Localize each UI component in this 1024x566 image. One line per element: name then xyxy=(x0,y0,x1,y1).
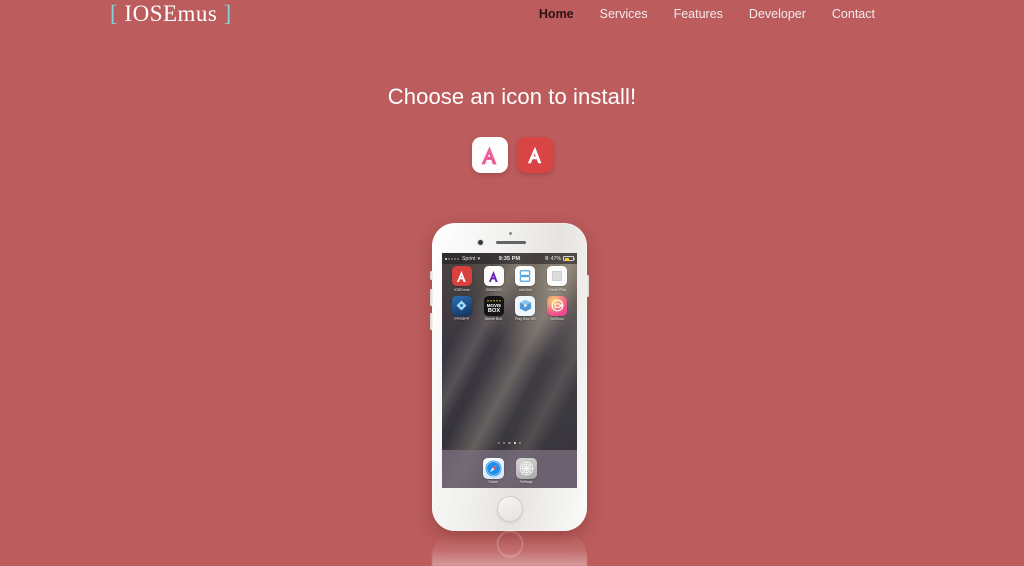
airshou-app-icon xyxy=(547,295,568,316)
home-button[interactable] xyxy=(496,496,523,522)
volume-down-button[interactable] xyxy=(430,313,433,330)
app-game-play[interactable]: Game Play xyxy=(541,266,573,292)
playboxhd-app-icon xyxy=(515,295,536,316)
power-button[interactable] xyxy=(586,275,589,297)
site-header: [ IOSEmus ] Home Services Features Devel… xyxy=(0,0,1024,30)
front-camera-icon xyxy=(478,240,483,245)
app-play-box-hd[interactable]: Play Box HD xyxy=(510,295,542,321)
phone-reflection-home-button xyxy=(496,531,523,557)
app-label: Play Box HD xyxy=(514,317,536,321)
iosemus-a-glyph-white-icon xyxy=(527,146,541,164)
dock-app-settings[interactable]: Settings xyxy=(515,457,537,485)
settings-gear-icon xyxy=(515,457,537,479)
page-title: Choose an icon to install! xyxy=(387,84,637,109)
silent-switch[interactable] xyxy=(430,271,433,280)
status-bar: Sprint ▾ 9:35 PM Ƀ 47% xyxy=(442,253,577,264)
app-ppsspp[interactable]: PPSSPP xyxy=(446,295,478,321)
nav-item-features[interactable]: Features xyxy=(661,7,736,21)
phone-reflection xyxy=(432,531,587,566)
gba4ios-app-icon xyxy=(483,266,504,286)
site-logo[interactable]: [ IOSEmus ] xyxy=(110,1,232,27)
home-screen-dock: Safari Settings xyxy=(442,450,577,488)
app-movie-box[interactable]: MOVIE BOX Movie Box xyxy=(478,295,510,321)
dock-app-label: Settings xyxy=(519,480,533,485)
app-nds4ios[interactable]: nds4ios xyxy=(510,266,542,292)
logo-text: IOSEmus xyxy=(124,1,218,26)
app-label: Movie Box xyxy=(485,317,503,321)
dock-app-label: Safari xyxy=(488,480,498,485)
app-label: AirShou xyxy=(550,317,564,321)
logo-bracket-left: [ xyxy=(110,1,119,26)
moviebox-app-icon: MOVIE BOX xyxy=(483,295,504,316)
app-label: PPSSPP xyxy=(454,317,470,321)
app-label: iOSEmus xyxy=(454,287,470,292)
safari-icon xyxy=(482,457,504,479)
svg-text:MOVIE: MOVIE xyxy=(486,302,501,307)
battery-icon xyxy=(563,256,575,261)
ppsspp-app-icon xyxy=(451,295,472,316)
iosemus-a-glyph-pink-icon xyxy=(481,145,497,164)
icon-choice-dark-button[interactable] xyxy=(516,137,553,173)
earpiece-speaker xyxy=(496,241,526,244)
app-iosemus[interactable]: iOSEmus xyxy=(446,266,478,292)
iosemus-app-icon xyxy=(451,266,472,286)
logo-bracket-right: ] xyxy=(223,1,232,26)
nav-item-contact[interactable]: Contact xyxy=(819,7,888,21)
main-navigation: Home Services Features Developer Contact xyxy=(526,7,888,21)
dock-app-safari[interactable]: Safari xyxy=(482,457,504,485)
nav-item-home[interactable]: Home xyxy=(526,7,587,21)
phone-screen: Sprint ▾ 9:35 PM Ƀ 47% iOSEmus GBA4iOS n… xyxy=(442,253,577,488)
nav-item-developer[interactable]: Developer xyxy=(736,7,819,21)
app-label: GBA4iOS xyxy=(485,287,502,292)
app-label: Game Play xyxy=(548,287,567,292)
icon-choice-group xyxy=(0,137,1024,173)
volume-up-button[interactable] xyxy=(430,289,433,306)
gameplay-app-icon xyxy=(547,266,568,286)
app-airshou[interactable]: AirShou xyxy=(541,295,573,321)
app-label: nds4ios xyxy=(519,287,532,292)
icon-choice-light-button[interactable] xyxy=(471,137,508,173)
nav-item-services[interactable]: Services xyxy=(587,7,661,21)
app-gba4ios[interactable]: GBA4iOS xyxy=(478,266,510,292)
status-bar-clock: 9:35 PM xyxy=(498,255,521,262)
iphone-mockup: Sprint ▾ 9:35 PM Ƀ 47% iOSEmus GBA4iOS n… xyxy=(430,223,589,531)
ambient-sensor-icon xyxy=(509,232,512,235)
svg-text:BOX: BOX xyxy=(488,308,500,314)
home-screen-page-dots xyxy=(442,441,577,444)
home-screen-app-grid: iOSEmus GBA4iOS nds4ios Game Play PPSSPP… xyxy=(442,266,577,321)
nds4ios-app-icon xyxy=(515,266,536,286)
